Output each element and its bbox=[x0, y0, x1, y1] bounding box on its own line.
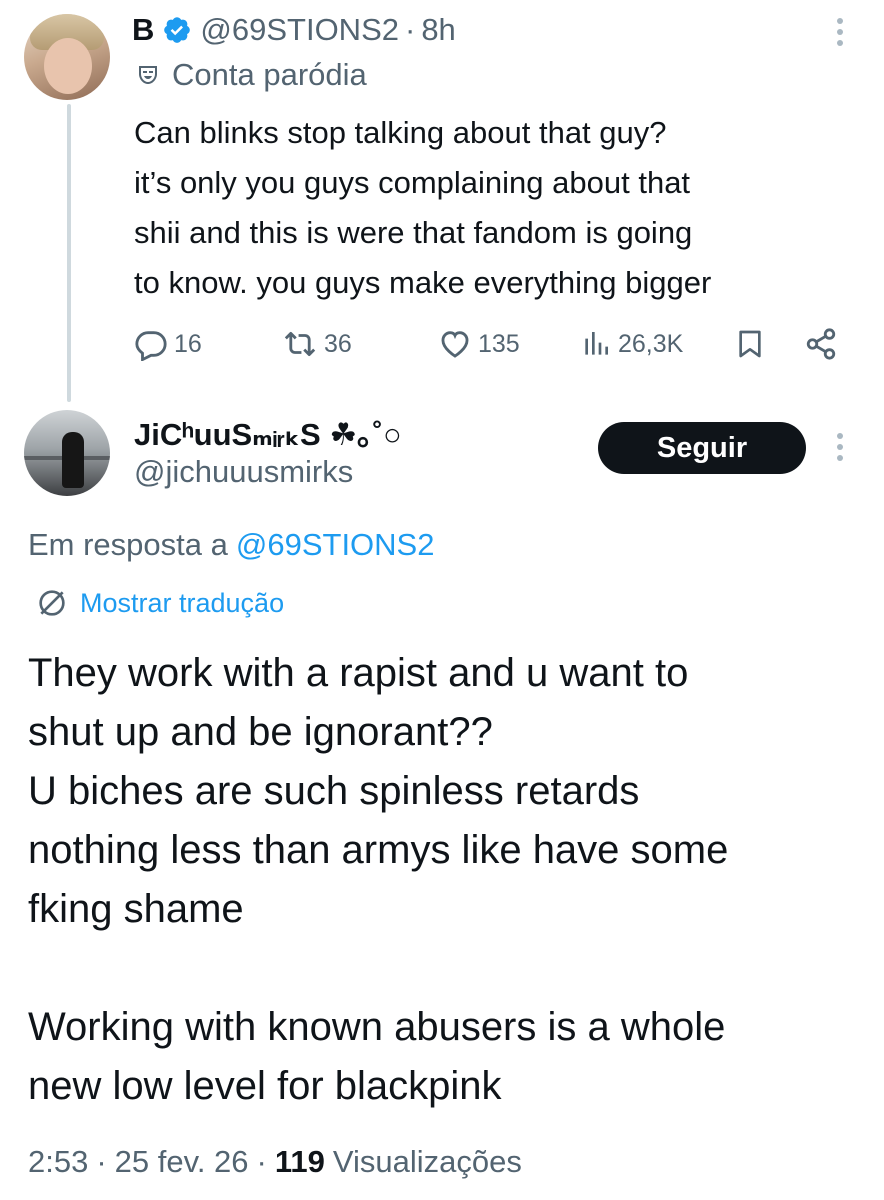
show-translation-label: Mostrar tradução bbox=[80, 587, 285, 618]
tweet1-line: shii and this is were that fandom is goi… bbox=[134, 215, 693, 250]
share-icon bbox=[806, 328, 836, 360]
verified-badge-icon bbox=[162, 15, 192, 45]
tweet1-header: B @69STIONS2 · 8h bbox=[132, 10, 456, 50]
meta-separator: · bbox=[256, 1144, 267, 1179]
tweet1-line: it’s only you guys complaining about tha… bbox=[134, 165, 691, 200]
tweet2-handle[interactable]: @jichuuusmirks bbox=[134, 452, 402, 492]
more-dots-icon[interactable] bbox=[830, 12, 850, 52]
parody-mask-icon bbox=[139, 66, 157, 84]
meta-separator: · bbox=[96, 1144, 107, 1179]
reply-context: Em resposta a @69STIONS2 bbox=[28, 522, 434, 568]
tweet2-views-label: Visualizações bbox=[332, 1144, 522, 1179]
bookmark-button[interactable] bbox=[734, 322, 772, 366]
avatar-b[interactable] bbox=[24, 14, 110, 100]
tweet2-header: JiCʰuuSₘᵢᵣₖS ☘︎｡˚○ @jichuuusmirks bbox=[134, 410, 402, 492]
avatar-face bbox=[44, 38, 92, 94]
more-dots-icon[interactable] bbox=[830, 427, 850, 467]
tweet2-author-name[interactable]: JiCʰuuSₘᵢᵣₖS ☘︎｡˚○ bbox=[134, 410, 402, 452]
retweet-icon bbox=[284, 331, 316, 357]
tweet1-author-name[interactable]: B bbox=[132, 12, 154, 48]
tweet1-handle[interactable]: @69STIONS2 bbox=[200, 12, 399, 48]
avatar-jichuuusmirks[interactable] bbox=[24, 410, 110, 496]
views-bars-icon bbox=[585, 332, 608, 355]
translate-globe-icon bbox=[39, 590, 65, 616]
reply-count: 16 bbox=[174, 329, 202, 358]
like-button[interactable]: 135 bbox=[438, 322, 520, 366]
tweet2-time[interactable]: 2:53 bbox=[28, 1144, 88, 1180]
reply-bubble-icon bbox=[135, 331, 167, 361]
tweet1-line: Can blinks stop talking about that guy? bbox=[134, 115, 667, 150]
tweet2-date[interactable]: 25 fev. 26 bbox=[115, 1144, 249, 1180]
reply-prefix: Em resposta a bbox=[28, 527, 228, 562]
views-count: 26,3K bbox=[618, 329, 684, 358]
retweet-count: 36 bbox=[324, 329, 352, 358]
share-button[interactable] bbox=[804, 322, 844, 366]
tweet2-paragraph: They work with a rapist and u want to sh… bbox=[28, 651, 729, 931]
tweet2-paragraph: Working with known abusers is a whole ne… bbox=[28, 1005, 726, 1108]
retweet-button[interactable]: 36 bbox=[282, 322, 352, 366]
tweet1-line: to know. you guys make everything bigger bbox=[134, 265, 712, 300]
tweet1-text: Can blinks stop talking about that guy? … bbox=[134, 108, 854, 308]
views-button[interactable]: 26,3K bbox=[580, 322, 683, 366]
thread-connector-line bbox=[67, 104, 71, 402]
tweet1-time[interactable]: 8h bbox=[421, 12, 455, 48]
parody-account-label: Conta paródia bbox=[136, 56, 367, 94]
show-translation-button[interactable]: Mostrar tradução bbox=[36, 582, 284, 624]
tweet1-action-bar: 16 36 135 26,3K bbox=[134, 322, 844, 366]
tweet2-text: They work with a rapist and u want to sh… bbox=[28, 644, 868, 1116]
follow-button[interactable]: Seguir bbox=[598, 422, 806, 474]
tweet2-views-count: 119 bbox=[274, 1144, 325, 1179]
bookmark-icon bbox=[739, 330, 761, 358]
parody-label-text: Conta paródia bbox=[172, 57, 367, 92]
heart-icon bbox=[441, 331, 469, 358]
tweet2-metadata: 2:53 · 25 fev. 26 · 119 Visualizações bbox=[28, 1138, 522, 1186]
reply-button[interactable]: 16 bbox=[134, 322, 202, 366]
header-separator: · bbox=[404, 12, 416, 47]
avatar-figure bbox=[62, 432, 84, 488]
reply-mention-link[interactable]: @69STIONS2 bbox=[236, 527, 435, 563]
like-count: 135 bbox=[478, 329, 520, 358]
